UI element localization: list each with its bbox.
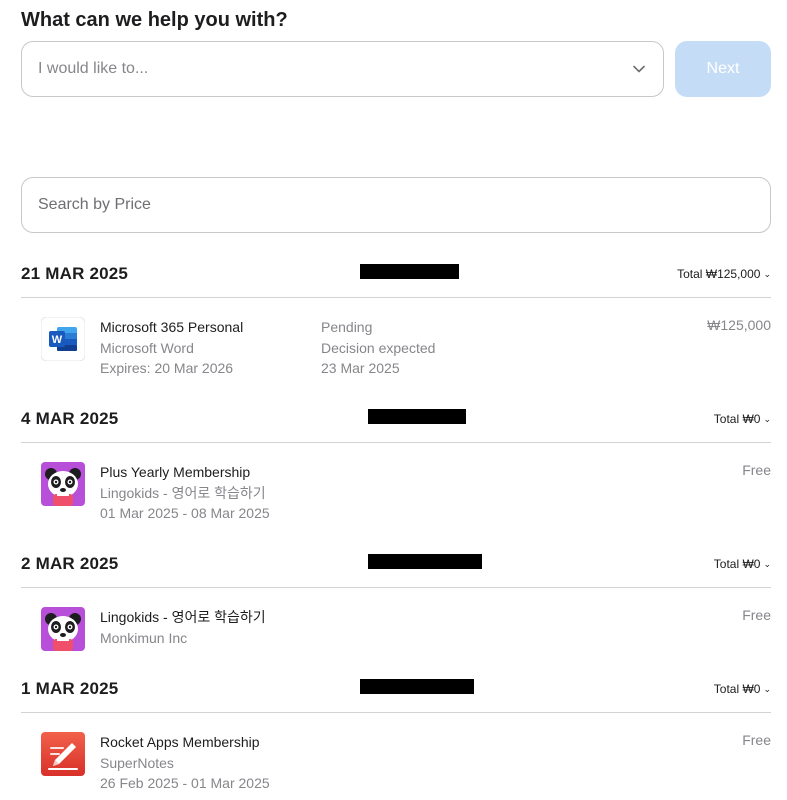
group-header: 2 MAR 2025 Total ₩0 ⌄ [21,548,771,588]
group-total-toggle[interactable]: Total ₩0 ⌄ [714,682,771,696]
item-details: Plus Yearly Membership Lingokids - 영어로 학… [100,462,270,524]
lingokids-panda-icon [41,462,85,506]
chevron-down-icon: ⌄ [763,413,771,424]
group-header: 21 MAR 2025 Total ₩125,000 ⌄ [21,258,771,298]
item-name: Lingokids - 영어로 학습하기 [100,609,266,625]
group-date: 4 MAR 2025 [21,409,119,428]
item-period: 26 Feb 2025 - 01 Mar 2025 [100,775,270,791]
status-label: Pending [321,319,373,335]
chevron-down-icon: ⌄ [763,558,771,569]
item-details: Lingokids - 영어로 학습하기 Monkimun Inc [100,607,266,648]
chevron-down-icon: ⌄ [763,268,771,279]
chevron-down-icon: ⌄ [763,683,771,694]
group-header: 1 MAR 2025 Total ₩0 ⌄ [21,673,771,713]
item-publisher: SuperNotes [100,754,174,771]
group-total-toggle[interactable]: Total ₩0 ⌄ [714,412,771,426]
help-topic-placeholder: I would like to... [38,60,149,77]
redacted-order-id [360,264,459,279]
item-name: Plus Yearly Membership [100,464,251,480]
item-period: 01 Mar 2025 - 08 Mar 2025 [100,505,270,521]
item-price: Free [742,732,771,748]
redacted-order-id [368,554,482,569]
redacted-order-id [368,409,466,424]
group-total-label: Total ₩0 [713,412,761,426]
item-price: ₩125,000 [707,317,771,333]
group-total-toggle[interactable]: Total ₩125,000 ⌄ [677,267,771,281]
item-price: Free [742,462,771,478]
svg-text:W: W [52,334,63,346]
purchase-item[interactable]: Plus Yearly Membership Lingokids - 영어로 학… [21,443,771,543]
purchase-group: 21 MAR 2025 Total ₩125,000 ⌄ W Microsoft… [21,258,771,398]
item-name: Microsoft 365 Personal [100,319,244,335]
item-expiry: Expires: 20 Mar 2026 [100,360,234,376]
item-details: Rocket Apps Membership SuperNotes 26 Feb… [100,732,270,794]
status-detail: Decision expected [321,339,436,356]
help-topic-select[interactable]: I would like to... [21,41,664,97]
group-total-toggle[interactable]: Total ₩0 ⌄ [714,557,771,571]
item-details: Microsoft 365 Personal Microsoft Word Ex… [100,317,243,379]
group-total-label: Total ₩125,000 [677,267,761,281]
status-date: 23 Mar 2025 [321,360,400,376]
search-field[interactable] [21,177,771,233]
group-header: 4 MAR 2025 Total ₩0 ⌄ [21,403,771,443]
purchase-group: 1 MAR 2025 Total ₩0 ⌄ Rocket Apps Member… [21,673,771,800]
group-date: 21 MAR 2025 [21,264,129,283]
purchase-item[interactable]: W Microsoft 365 Personal Microsoft Word … [21,298,771,398]
purchase-group: 4 MAR 2025 Total ₩0 ⌄ Plus Yearly Member… [21,403,771,543]
search-input[interactable] [38,196,754,214]
redacted-order-id [360,679,474,694]
supernotes-pencil-icon [41,732,85,776]
chevron-down-icon [631,61,647,77]
purchase-group: 2 MAR 2025 Total ₩0 ⌄ Lingokids - 영어로 학습… [21,548,771,673]
group-date: 2 MAR 2025 [21,554,119,573]
next-button[interactable]: Next [675,41,771,97]
group-total-label: Total ₩0 [713,682,761,696]
group-total-label: Total ₩0 [713,557,761,571]
item-status: Pending Decision expected 23 Mar 2025 [321,317,435,379]
item-publisher: Lingokids - 영어로 학습하기 [100,484,266,501]
item-price: Free [742,607,771,623]
help-title: What can we help you with? [21,9,288,31]
item-publisher: Microsoft Word [100,339,194,356]
purchase-item[interactable]: Rocket Apps Membership SuperNotes 26 Feb… [21,713,771,800]
item-name: Rocket Apps Membership [100,734,260,750]
item-publisher: Monkimun Inc [100,629,188,646]
purchase-item[interactable]: Lingokids - 영어로 학습하기 Monkimun Inc Free [21,588,771,673]
group-date: 1 MAR 2025 [21,679,119,698]
lingokids-panda-icon [41,607,85,651]
microsoft-word-icon: W [41,317,85,361]
